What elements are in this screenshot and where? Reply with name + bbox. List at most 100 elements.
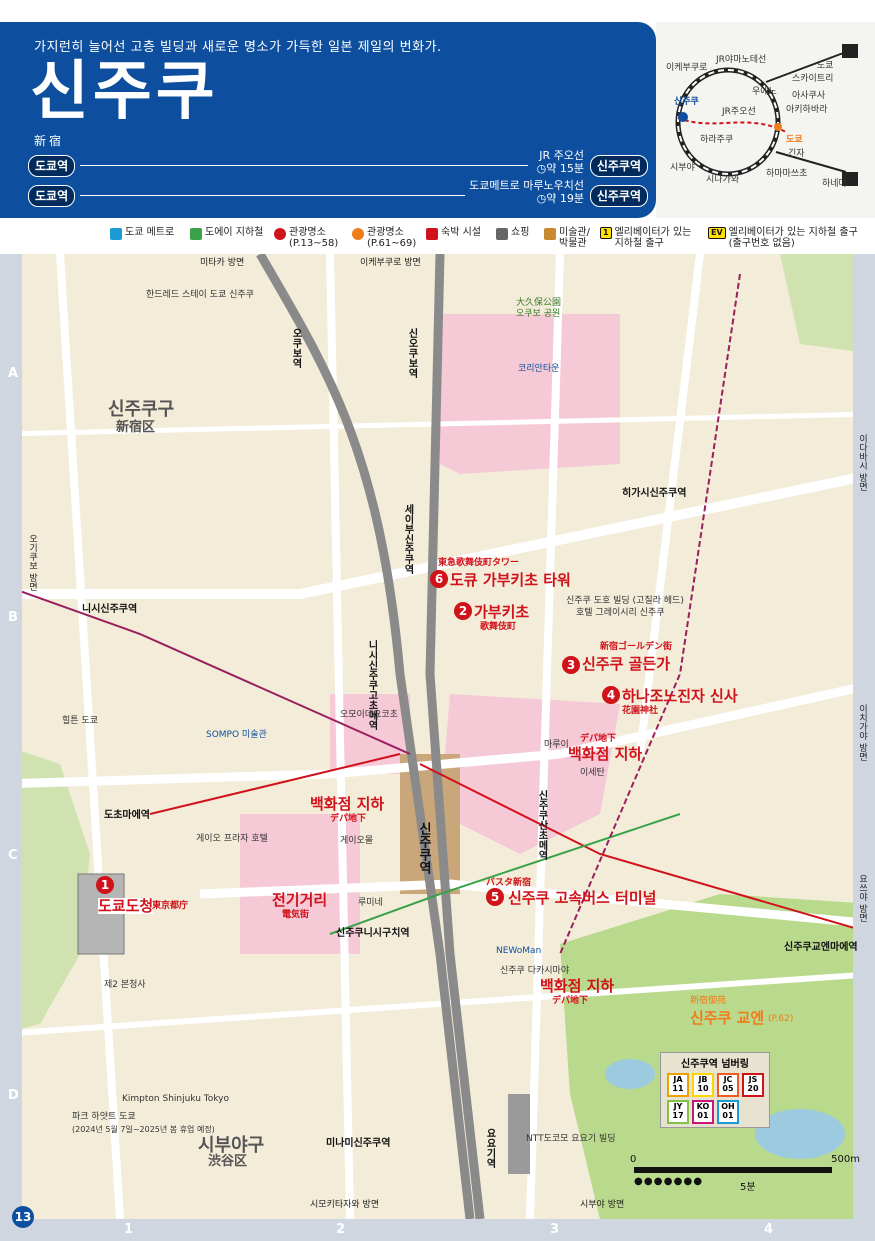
place-label: 이세탄 <box>580 768 605 778</box>
direction-label: 이다바시 방면 <box>857 434 867 491</box>
place-label: SOMPO 미술관 <box>206 730 267 740</box>
line-code: OH 01 <box>717 1100 739 1124</box>
attraction-name[interactable]: 하나조노진자 신사 <box>622 688 738 704</box>
scale-zero: 0 <box>630 1154 637 1165</box>
attraction-name[interactable]: 신주쿠 고속버스 터미널 <box>508 890 656 906</box>
line-code: JS 20 <box>742 1073 764 1097</box>
station-name[interactable]: 신주쿠역 <box>416 822 431 874</box>
page-title-kanji: 新宿 <box>34 134 65 148</box>
area-map[interactable]: A B C D 미타카 방면 이케부쿠로 방면 오기쿠보 방면 이다바시 방면 … <box>0 254 875 1219</box>
station-name[interactable]: 니시신주쿠역 <box>82 604 137 615</box>
footsteps-icon: ● ● ● ● ● ● ● <box>634 1176 702 1187</box>
direction-label: 미타카 방면 <box>200 258 245 268</box>
direction-label: 이케부쿠로 방면 <box>360 258 421 268</box>
clock-icon: ◷ <box>536 192 547 205</box>
attraction-number[interactable]: 3 <box>562 656 580 674</box>
attraction-number[interactable]: 6 <box>430 570 448 588</box>
legend-item: 관광명소 (P.61~69) <box>352 227 418 249</box>
minimap-label: 하라주쿠 <box>700 135 734 145</box>
minimap-label: JR야마노테선 <box>716 55 767 65</box>
place-label: NEWoMan <box>496 946 542 956</box>
minimap-label: 시부야 <box>670 163 695 173</box>
attraction-name[interactable]: 도쿄도청 <box>98 898 154 914</box>
place-label: 코리안타운 <box>518 364 560 374</box>
grid-row-label: D <box>8 1088 19 1103</box>
direction-label: 요쓰야 방면 <box>857 874 867 922</box>
station-name[interactable]: 미나미신주쿠역 <box>326 1138 390 1149</box>
station-name[interactable]: 신주쿠니시구치역 <box>336 928 410 939</box>
station-name[interactable]: 도초마에역 <box>104 810 150 821</box>
attraction-sub: 花園神社 <box>622 706 659 716</box>
minimap-label: 신주쿠 <box>674 97 699 107</box>
legend-item: 미술관/ 박물관 <box>544 227 594 249</box>
attraction-name[interactable]: 도큐 가부키초 타워 <box>450 572 571 588</box>
attraction-name[interactable]: 가부키초 <box>474 604 529 620</box>
scale-distance: 500m <box>831 1154 860 1165</box>
attraction-number[interactable]: 1 <box>96 876 114 894</box>
station-name[interactable]: 오쿠보역 <box>290 328 301 368</box>
attraction-number[interactable]: 4 <box>602 686 620 704</box>
grid-row-label: B <box>8 610 18 625</box>
ward-name: 시부야구 <box>198 1135 265 1156</box>
place-label: 신주쿠 다카시마야 <box>500 966 570 976</box>
district-sub: デパ地下 <box>580 734 617 744</box>
district-sub: デパ地下 <box>552 996 589 1006</box>
shopping-icon <box>496 228 508 240</box>
attraction-number[interactable]: 5 <box>486 888 504 906</box>
station-name[interactable]: 신오쿠보역 <box>406 328 417 378</box>
place-label: 오모이데요코초 <box>340 710 398 720</box>
hotel-icon <box>426 228 438 240</box>
station-name[interactable]: 세이부신주쿠역 <box>402 504 413 574</box>
place-label: 힐튼 도쿄 <box>62 716 98 726</box>
minimap-label: 하마마쓰초 <box>766 169 808 179</box>
minimap-label: 도쿄 <box>786 135 803 145</box>
attraction-sub: バスタ新宿 <box>486 878 532 888</box>
elevator-exit-icon: 1 <box>600 227 612 239</box>
minimap-label: 긴자 <box>788 149 805 159</box>
route-to: 신주쿠역 <box>589 155 648 177</box>
district-name: 백화점 지하 <box>310 795 385 813</box>
route-to: 신주쿠역 <box>589 185 648 207</box>
tagline: 가지런히 늘어선 고층 빌딩과 새로운 명소가 가득한 일본 제일의 번화가. <box>34 40 442 55</box>
legend-item: 도쿄 메트로 <box>110 227 174 240</box>
header-banner: 가지런히 늘어선 고층 빌딩과 새로운 명소가 가득한 일본 제일의 번화가. … <box>0 22 656 218</box>
legend-item: 도에이 지하철 <box>190 227 263 240</box>
map-legend: 도쿄 메트로 도에이 지하철 관광명소 (P.13~58) 관광명소 (P.61… <box>0 222 875 252</box>
station-name[interactable]: 히가시신주쿠역 <box>622 488 686 499</box>
numbering-title: 신주쿠역 넘버링 <box>681 1059 749 1070</box>
place-label[interactable]: 신주쿠 교엔 <box>690 1010 764 1026</box>
place-label: 신주쿠 도호 빌딩 (고질라 헤드) <box>566 596 684 606</box>
line-code: JY 17 <box>667 1100 689 1124</box>
legend-item: 1 엘리베이터가 있는 지하철 출구 <box>600 227 700 249</box>
legend-item: EV 엘리베이터가 있는 지하철 출구 (출구번호 없음) <box>708 227 868 249</box>
route-line <box>80 165 528 166</box>
elevator-icon: EV <box>708 227 726 239</box>
minimap-label: 이케부쿠로 <box>666 63 708 73</box>
line-code: JB 10 <box>692 1073 714 1097</box>
place-label: NTT도코모 요요기 빌딩 <box>526 1134 616 1144</box>
route-row-1: 도쿄역 JR 주오선 ◷약 15분 신주쿠역 <box>28 149 648 177</box>
station-name[interactable]: 신주쿠교엔마에역 <box>784 942 858 953</box>
metro-icon <box>110 228 122 240</box>
line-code: JA 11 <box>667 1073 689 1097</box>
place-label: 제2 본청사 <box>104 980 146 990</box>
rail-minimap: 이케부쿠로 JR야마노테선 도쿄 스카이트리 우에노 아사쿠사 아키하바라 JR… <box>656 22 875 218</box>
grid-row-label: A <box>8 366 19 381</box>
direction-label: 오기쿠보 방면 <box>27 534 37 591</box>
minimap-label: 도쿄 스카이트리 <box>792 61 834 84</box>
route-row-2: 도쿄역 도쿄메트로 마루노우치선 ◷약 19분 신주쿠역 <box>28 179 648 207</box>
direction-label: 이치가야 방면 <box>857 704 867 761</box>
place-label: 한드레드 스테이 도쿄 신주쿠 <box>146 290 254 300</box>
station-name[interactable]: 신주쿠산초메역 <box>536 790 547 860</box>
grid-col-label: 3 <box>550 1222 560 1237</box>
direction-label: 시모키타자와 방면 <box>310 1200 380 1210</box>
minimap-label: JR주오선 <box>722 107 756 117</box>
place-label: (P.62) <box>768 1014 794 1024</box>
station-name[interactable]: 요요기역 <box>484 1128 495 1168</box>
grid-col-label: 2 <box>336 1222 346 1237</box>
direction-label: 시부야 방면 <box>580 1200 625 1210</box>
attraction-number[interactable]: 2 <box>454 602 472 620</box>
attraction-name[interactable]: 신주쿠 골든가 <box>582 656 670 672</box>
minimap-label: 시나가와 <box>706 175 740 185</box>
toei-icon <box>190 228 202 240</box>
